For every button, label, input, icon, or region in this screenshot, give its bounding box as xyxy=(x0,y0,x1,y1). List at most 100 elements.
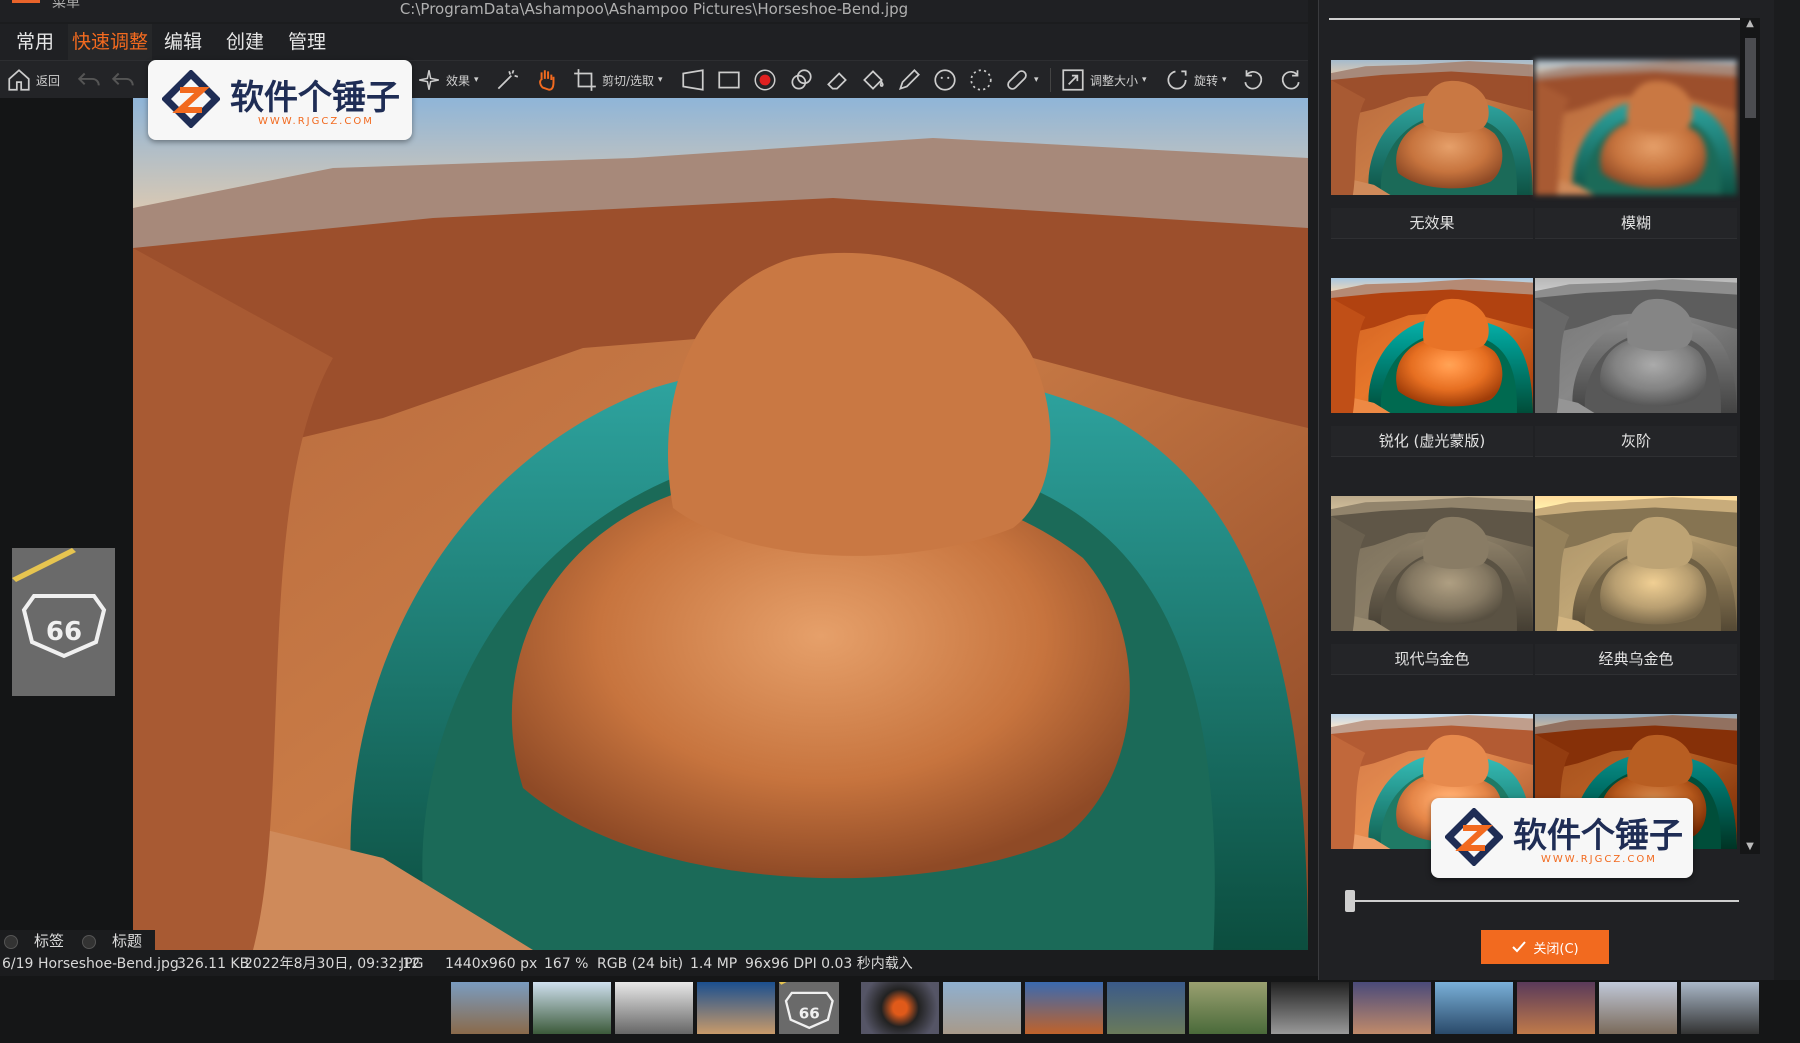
red-eye-button[interactable] xyxy=(752,61,778,99)
fill-button[interactable] xyxy=(860,61,886,99)
title-dot-icon[interactable] xyxy=(82,935,96,949)
clone-stamp-icon xyxy=(791,69,812,90)
scroll-up-icon[interactable]: ▲ xyxy=(1740,18,1760,29)
film-thumb[interactable] xyxy=(1189,982,1267,1034)
effect-thumb-sharpen[interactable] xyxy=(1331,278,1533,413)
eraser-button[interactable] xyxy=(824,61,850,99)
pencil-icon xyxy=(898,69,920,91)
effect-label-grayscale[interactable]: 灰阶 xyxy=(1535,426,1737,457)
effect-preview-image xyxy=(1331,60,1533,195)
effect-thumb-modern-sepia[interactable] xyxy=(1331,496,1533,631)
chevron-down-icon: ▾ xyxy=(1142,75,1147,85)
window-titlebar: 菜单 C:\ProgramData\Ashampoo\Ashampoo Pict… xyxy=(0,0,1308,22)
film-thumb[interactable] xyxy=(861,982,939,1034)
film-thumb[interactable] xyxy=(697,982,775,1034)
tab-manage[interactable]: 管理 xyxy=(284,24,330,60)
status-color: RGB (24 bit) xyxy=(597,956,684,972)
title-label[interactable]: 标题 xyxy=(112,930,142,952)
previous-image-thumbnail[interactable] xyxy=(12,548,115,696)
face-icon xyxy=(934,69,956,91)
effects-panel: 无效果 模糊 锐化 (虚光蒙版) 灰阶 现代乌金色 经典乌金色 ▲ ▼ 软件个锤… xyxy=(1318,0,1774,980)
film-thumb[interactable] xyxy=(1599,982,1677,1034)
filmstrip xyxy=(0,963,1800,1043)
frame-icon xyxy=(718,71,740,89)
effect-label-blur[interactable]: 模糊 xyxy=(1535,208,1737,239)
rotate-left-button[interactable] xyxy=(1240,61,1266,99)
effect-thumb-blur[interactable] xyxy=(1535,60,1737,195)
watermark-url: WWW.RJGCZ.COM xyxy=(1541,854,1657,865)
tab-quick-adjust[interactable]: 快速调整 xyxy=(68,24,153,60)
status-dimensions: 1440x960 px xyxy=(445,956,538,972)
film-thumb[interactable] xyxy=(1271,982,1349,1034)
watermark-logo: 软件个锤子 WWW.RJGCZ.COM xyxy=(148,60,412,140)
tab-create[interactable]: 创建 xyxy=(222,24,268,60)
hand-tool-button[interactable] xyxy=(534,61,560,99)
status-dpi-load: 96x96 DPI 0.03 秒内载入 xyxy=(745,956,913,972)
film-thumb[interactable] xyxy=(615,982,693,1034)
effect-strength-slider[interactable] xyxy=(1349,900,1739,902)
bandage-button[interactable]: ▾ xyxy=(1004,61,1039,99)
effects-scrollbar[interactable]: ▲ ▼ xyxy=(1740,18,1760,854)
film-thumb[interactable] xyxy=(1435,982,1513,1034)
effect-label-none[interactable]: 无效果 xyxy=(1331,208,1533,239)
tag-label[interactable]: 标签 xyxy=(34,930,64,952)
film-thumb[interactable] xyxy=(1517,982,1595,1034)
back-label: 返回 xyxy=(36,73,61,88)
main-image-view[interactable] xyxy=(133,98,1308,950)
film-thumb[interactable] xyxy=(451,982,529,1034)
film-thumb[interactable] xyxy=(533,982,611,1034)
status-bar: 6/19 Horseshoe-Bend.jpg 326.11 KB 2022年8… xyxy=(0,952,1310,976)
effect-label-modern-sepia[interactable]: 现代乌金色 xyxy=(1331,644,1533,675)
left-thumbnail-strip xyxy=(0,98,134,948)
home-icon xyxy=(8,69,30,91)
tag-dot-icon[interactable] xyxy=(4,935,18,949)
film-thumb[interactable] xyxy=(1681,982,1759,1034)
effect-thumb-grayscale[interactable] xyxy=(1535,278,1737,413)
chevron-down-icon: ▾ xyxy=(1034,75,1039,85)
effect-preview-image xyxy=(1331,278,1533,413)
clone-button[interactable] xyxy=(788,61,814,99)
dotted-circle-icon xyxy=(970,69,992,91)
status-datetime: 2022年8月30日, 09:32:12 xyxy=(244,956,421,972)
redo-button[interactable] xyxy=(110,61,136,99)
perspective-button[interactable] xyxy=(680,61,706,99)
tab-edit[interactable]: 编辑 xyxy=(160,24,206,60)
tag-bar: 标签 标题 xyxy=(0,930,155,952)
scrollbar-thumb[interactable] xyxy=(1745,38,1756,118)
watermark-logo: 软件个锤子 WWW.RJGCZ.COM xyxy=(1431,798,1693,878)
effect-preview-image xyxy=(1535,60,1737,195)
crop-select-button[interactable]: 剪切/选取 ▾ xyxy=(572,61,663,99)
horseshoe-bend-photo xyxy=(133,98,1308,950)
rotate-icon xyxy=(1167,70,1187,90)
effect-label-sharpen[interactable]: 锐化 (虚光蒙版) xyxy=(1331,426,1533,457)
pencil-button[interactable] xyxy=(896,61,922,99)
effect-thumb-none[interactable] xyxy=(1331,60,1533,195)
close-label: 关闭(C) xyxy=(1533,941,1579,957)
film-thumb[interactable] xyxy=(943,982,1021,1034)
effect-thumb-classic-sepia[interactable] xyxy=(1535,496,1737,631)
film-thumb[interactable] xyxy=(1353,982,1431,1034)
tab-common[interactable]: 常用 xyxy=(12,24,58,60)
slider-handle[interactable] xyxy=(1345,890,1355,912)
resize-icon xyxy=(1062,69,1084,91)
effect-label-classic-sepia[interactable]: 经典乌金色 xyxy=(1535,644,1737,675)
back-button[interactable]: 返回 xyxy=(6,61,60,99)
film-thumb[interactable] xyxy=(1025,982,1103,1034)
selection-button[interactable] xyxy=(968,61,994,99)
rotate-left-icon xyxy=(1244,70,1263,90)
face-button[interactable] xyxy=(932,61,958,99)
effects-button[interactable]: 效果 ▾ xyxy=(416,61,479,99)
scroll-down-icon[interactable]: ▼ xyxy=(1740,841,1760,852)
film-thumb[interactable] xyxy=(1107,982,1185,1034)
resize-button[interactable]: 调整大小 ▾ xyxy=(1060,61,1147,99)
undo-button[interactable] xyxy=(76,61,102,99)
chevron-down-icon: ▾ xyxy=(474,75,479,85)
straighten-button[interactable] xyxy=(716,61,742,99)
film-thumb-current[interactable] xyxy=(777,963,841,1043)
rotate-label: 旋转 xyxy=(1194,73,1219,88)
crop-label: 剪切/选取 xyxy=(602,73,655,88)
rotate-right-button[interactable] xyxy=(1278,61,1304,99)
close-button[interactable]: 关闭(C) xyxy=(1481,930,1609,964)
rotate-button[interactable]: 旋转 ▾ xyxy=(1164,61,1227,99)
magic-wand-button[interactable] xyxy=(494,61,520,99)
